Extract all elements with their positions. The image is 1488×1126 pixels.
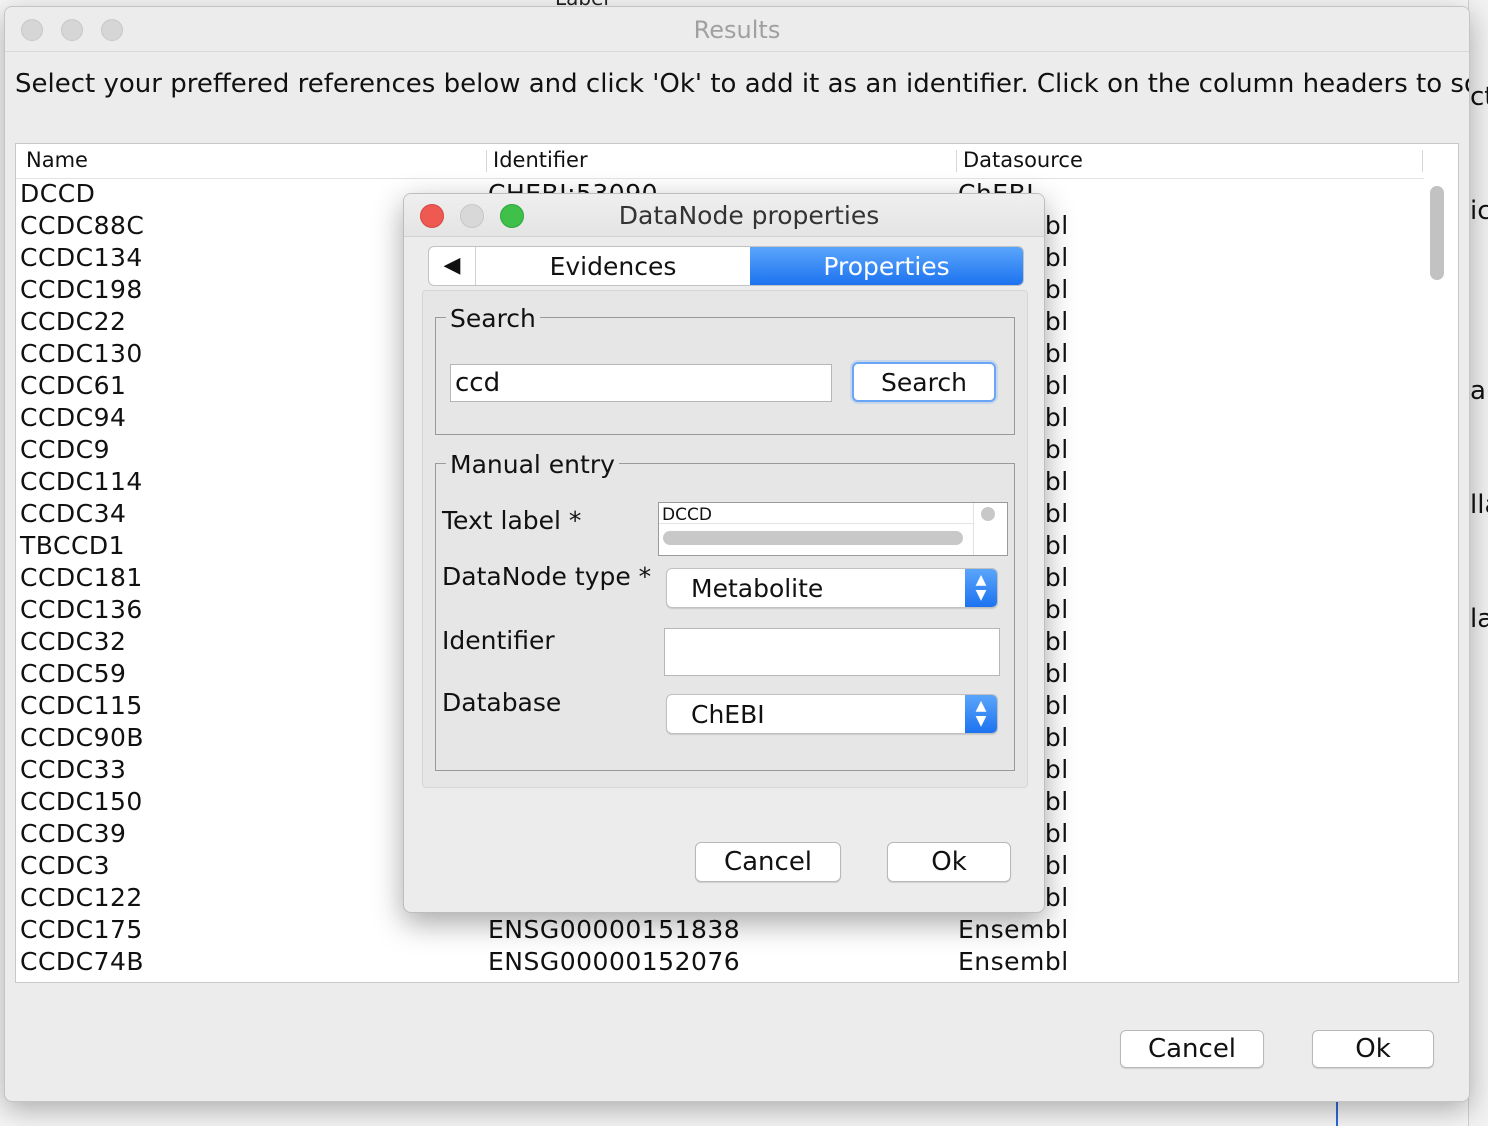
table-cell-name: CCDC134 <box>20 243 143 272</box>
table-cell-name: CCDC33 <box>20 755 127 784</box>
database-select[interactable]: ChEBI ▲ ▼ <box>666 694 998 734</box>
background-fragment: la <box>1470 604 1488 634</box>
table-cell-id: ENSG00000152076 <box>488 947 741 976</box>
text-label-value[interactable]: DCCD <box>662 505 712 523</box>
textarea-hscroll-thumb[interactable] <box>663 531 963 545</box>
identifier-label: Identifier <box>442 626 555 655</box>
table-cell-name: CCDC181 <box>20 563 143 592</box>
dialog-cancel-button[interactable]: Cancel <box>695 842 841 882</box>
table-cell-name: CCDC150 <box>20 787 143 816</box>
table-cell-name: CCDC130 <box>20 339 143 368</box>
identifier-input[interactable] <box>664 628 1000 676</box>
column-header-datasource[interactable]: Datasource <box>963 148 1083 172</box>
background-divider <box>1336 1100 1338 1126</box>
column-separator <box>956 150 957 172</box>
results-title: Results <box>693 16 781 44</box>
tab-evidences[interactable]: Evidences <box>476 247 750 285</box>
table-cell-name: CCDC34 <box>20 499 127 528</box>
text-label-label: Text label * <box>442 506 582 535</box>
table-cell-name: CCDC32 <box>20 627 127 656</box>
table-cell-name: CCDC88C <box>20 211 145 240</box>
table-cell-name: CCDC90B <box>20 723 145 752</box>
dialog-tabs: ◀ Evidences Properties <box>428 246 1024 286</box>
properties-panel: Search Search Manual entry Text label * … <box>422 290 1028 788</box>
search-button[interactable]: Search <box>852 362 996 402</box>
tab-properties[interactable]: Properties <box>750 247 1023 285</box>
table-cell-name: CCDC115 <box>20 691 143 720</box>
search-group-legend: Search <box>446 304 540 333</box>
manual-entry-group: Manual entry Text label * DCCD DataNode … <box>435 450 1015 771</box>
table-row[interactable]: CCDC74B ENSG00000152076 Ensembl <box>16 946 1424 978</box>
column-header-name[interactable]: Name <box>26 148 88 172</box>
textarea-vscroll-thumb[interactable] <box>981 507 995 521</box>
table-cell-name: CCDC198 <box>20 275 143 304</box>
table-cell-name: DCCD <box>20 179 96 208</box>
results-cancel-button[interactable]: Cancel <box>1120 1030 1264 1068</box>
table-cell-name: CCDC22 <box>20 307 127 336</box>
table-cell-name: TBCCD1 <box>20 531 126 560</box>
table-cell-id: ENSG00000151838 <box>488 915 741 944</box>
datanode-type-label: DataNode type * <box>442 562 652 591</box>
select-chevron-icon: ▲ ▼ <box>965 695 997 733</box>
table-cell-ds: Ensembl <box>958 947 1069 976</box>
column-separator <box>1422 150 1423 172</box>
textarea-divider <box>973 503 974 555</box>
database-label: Database <box>442 688 562 717</box>
search-input[interactable] <box>450 364 832 402</box>
instructions-text: Select your preffered references below a… <box>15 69 1470 99</box>
table-scrollbar[interactable] <box>1428 178 1446 978</box>
table-cell-name: CCDC59 <box>20 659 127 688</box>
select-chevron-icon: ▲ ▼ <box>965 569 997 607</box>
table-cell-name: CCDC122 <box>20 883 143 912</box>
table-cell-name: CCDC175 <box>20 915 143 944</box>
tab-scroll-left-icon[interactable]: ◀ <box>429 247 476 285</box>
database-value: ChEBI <box>691 700 765 729</box>
table-cell-name: CCDC3 <box>20 851 111 880</box>
column-separator <box>486 150 487 172</box>
table-cell-name: CCDC61 <box>20 371 127 400</box>
background-fragment: ic <box>1470 196 1488 226</box>
table-cell-name: CCDC94 <box>20 403 127 432</box>
table-cell-name: CCDC74B <box>20 947 145 976</box>
datanode-properties-dialog: DataNode properties ◀ Evidences Properti… <box>403 193 1045 913</box>
manual-entry-legend: Manual entry <box>446 450 619 479</box>
results-titlebar: Results <box>5 7 1469 52</box>
background-right-panel <box>1468 0 1488 1126</box>
background-fragment: lla <box>1470 490 1488 520</box>
dialog-title: DataNode properties <box>618 201 880 230</box>
dialog-titlebar: DataNode properties <box>404 194 1044 237</box>
text-label-field[interactable]: DCCD <box>658 502 1008 556</box>
column-header-identifier[interactable]: Identifier <box>493 148 588 172</box>
table-header: Name Identifier Datasource <box>16 144 1424 179</box>
background-fragment: ct <box>1470 82 1488 112</box>
search-group: Search Search <box>435 304 1015 435</box>
dialog-ok-button[interactable]: Ok <box>887 842 1011 882</box>
datanode-type-select[interactable]: Metabolite ▲ ▼ <box>666 568 998 608</box>
table-cell-name: CCDC9 <box>20 435 111 464</box>
results-ok-button[interactable]: Ok <box>1312 1030 1434 1068</box>
table-cell-name: CCDC114 <box>20 467 143 496</box>
table-cell-name: CCDC136 <box>20 595 143 624</box>
scrollbar-thumb[interactable] <box>1430 186 1444 280</box>
table-cell-name: CCDC39 <box>20 819 127 848</box>
background-fragment: ar <box>1470 376 1488 406</box>
table-cell-ds: Ensembl <box>958 915 1069 944</box>
table-row[interactable]: CCDC175 ENSG00000151838 Ensembl <box>16 914 1424 946</box>
datanode-type-value: Metabolite <box>691 574 824 603</box>
